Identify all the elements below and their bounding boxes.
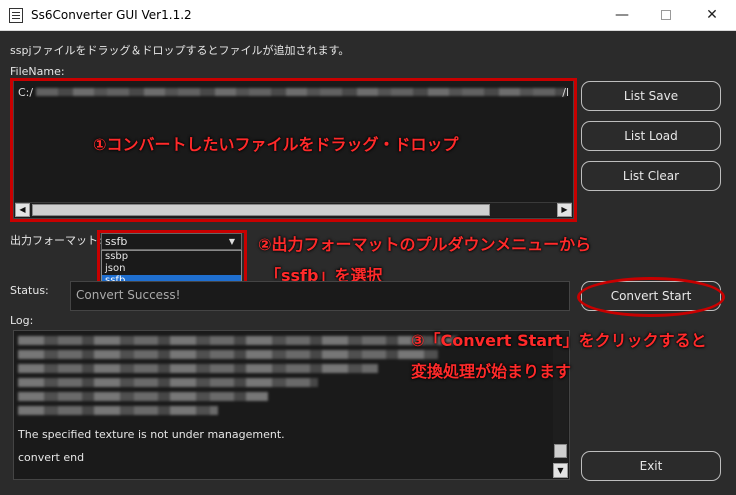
maximize-button[interactable] — [643, 0, 689, 30]
log-redacted-line — [18, 378, 318, 387]
annotation-step2-line1: ②出力フォーマットのプルダウンメニューから — [258, 235, 592, 254]
format-label: 出力フォーマット: — [10, 234, 102, 247]
exit-button[interactable]: Exit — [581, 451, 721, 481]
filename-label: FileName: — [10, 65, 65, 78]
log-redacted-line — [18, 406, 218, 415]
minimize-button[interactable]: — — [599, 0, 645, 30]
status-value: Convert Success! — [76, 288, 181, 302]
scroll-down-icon[interactable]: ▼ — [553, 463, 568, 478]
log-redacted-line — [18, 392, 268, 401]
annotation-step1: ①コンバートしたいファイルをドラッグ・ドロップ — [93, 135, 459, 154]
maximize-icon — [661, 10, 671, 20]
vertical-scrollbar[interactable]: ▼ — [553, 332, 568, 478]
log-redacted-line — [18, 364, 378, 373]
status-label: Status: — [10, 284, 49, 297]
instruction-text: sspjファイルをドラッグ＆ドロップするとファイルが追加されます。 — [10, 44, 350, 57]
log-area[interactable]: The specified texture is not under manag… — [13, 330, 570, 480]
annotation-step3-line1: ③「Convert Start」をクリックすると — [411, 331, 707, 350]
list-save-button[interactable]: List Save — [581, 81, 721, 111]
status-field: Convert Success! — [70, 281, 570, 311]
log-line: convert end — [18, 451, 85, 464]
scrollbar-thumb[interactable] — [554, 444, 567, 458]
main-panel: sspjファイルをドラッグ＆ドロップするとファイルが追加されます。 FileNa… — [0, 31, 736, 495]
annotation-step3-line2: 変換処理が始まります — [411, 362, 572, 381]
title-bar: Ss6Converter GUI Ver1.1.2 — ✕ — [0, 0, 736, 31]
close-button[interactable]: ✕ — [689, 0, 735, 30]
app-icon — [9, 8, 23, 23]
list-clear-button[interactable]: List Clear — [581, 161, 721, 191]
window-title: Ss6Converter GUI Ver1.1.2 — [31, 8, 192, 22]
log-redacted-line — [18, 350, 438, 359]
log-redacted-line — [18, 336, 458, 345]
log-line: The specified texture is not under manag… — [18, 428, 285, 441]
list-load-button[interactable]: List Load — [581, 121, 721, 151]
log-label: Log: — [10, 314, 34, 327]
highlight-convert-start — [577, 277, 725, 317]
